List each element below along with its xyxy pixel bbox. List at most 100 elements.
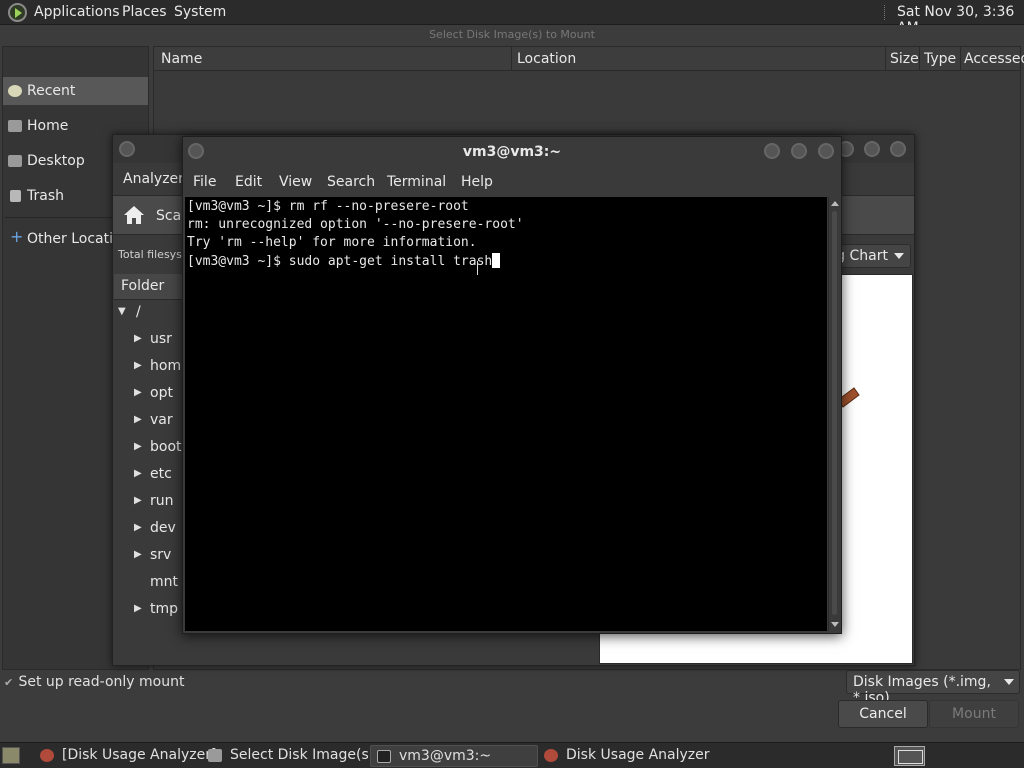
places-menu[interactable]: Places	[122, 4, 167, 20]
expand-arrow-icon[interactable]: ▶	[134, 387, 142, 398]
help-menu[interactable]: Help	[461, 174, 493, 190]
terminal-scrollbar[interactable]	[828, 197, 840, 631]
folder-name: /	[136, 304, 141, 320]
system-menu[interactable]: System	[174, 4, 226, 20]
scrollbar-trough[interactable]	[832, 211, 837, 615]
tree-row[interactable]: ▶ usr	[114, 328, 184, 355]
dialog-icon	[208, 749, 222, 762]
folder-name: usr	[150, 331, 172, 347]
expand-arrow-icon[interactable]: ▶	[134, 495, 142, 506]
tree-row[interactable]: ▶ var	[114, 409, 184, 436]
mount-button[interactable]: Mount	[929, 700, 1019, 728]
top-panel: Applications Places System Sat Nov 30, 3…	[0, 0, 1024, 36]
taskbar-item-select-disk-image[interactable]: Select Disk Image(s)...	[202, 745, 370, 767]
tree-row-root[interactable]: ▼ /	[114, 301, 184, 328]
folder-name: boot	[150, 439, 182, 455]
terminal-menu[interactable]: Terminal	[387, 174, 446, 190]
window-menu-button[interactable]	[119, 141, 135, 157]
applications-logo-icon[interactable]	[8, 3, 27, 22]
dropdown-arrow-icon	[894, 253, 904, 259]
column-accessed[interactable]: Accessed	[964, 51, 1024, 67]
tree-row[interactable]: ▶ srv	[114, 544, 184, 571]
search-menu[interactable]: Search	[327, 174, 375, 190]
tree-row[interactable]: ▶ dev	[114, 517, 184, 544]
close-button[interactable]	[818, 143, 834, 159]
sidebar-item-recent[interactable]: Recent	[3, 77, 148, 105]
scroll-down-icon[interactable]	[831, 622, 839, 627]
tree-row[interactable]: ▶ opt	[114, 382, 184, 409]
sidebar-item-label: Home	[27, 118, 69, 134]
expand-arrow-icon[interactable]: ▶	[134, 549, 142, 560]
tree-row[interactable]: ▶ etc	[114, 463, 184, 490]
sidebar-item-label: Recent	[27, 83, 76, 99]
task-label: Disk Usage Analyzer	[566, 747, 710, 763]
terminal-line: [vm3@vm3 ~]$ rm rf --no-presere-root	[187, 199, 469, 214]
minimize-button[interactable]	[764, 143, 780, 159]
readonly-mount-checkbox[interactable]: ✔ Set up read-only mount	[4, 674, 184, 690]
expand-arrow-icon[interactable]: ▶	[134, 414, 142, 425]
tree-row[interactable]: ▶ home	[114, 355, 190, 382]
collapse-arrow-icon[interactable]: ▼	[118, 306, 126, 317]
taskbar-item-terminal[interactable]: vm3@vm3:~	[370, 745, 538, 767]
expand-arrow-icon[interactable]: ▶	[134, 468, 142, 479]
file-type-filter-select[interactable]: Disk Images (*.img, *.iso)	[846, 670, 1020, 706]
file-list-header: Name Location Size Type Accessed	[154, 47, 1024, 71]
folder-name: dev	[150, 520, 176, 536]
expand-arrow-icon[interactable]: ▶	[134, 360, 142, 371]
edit-menu[interactable]: Edit	[235, 174, 262, 190]
taskbar-item-disk-usage-analyzer-minimized[interactable]: [Disk Usage Analyzer]	[34, 745, 216, 767]
column-separator	[919, 47, 920, 71]
expand-arrow-icon[interactable]: ▶	[134, 522, 142, 533]
disk-usage-icon	[40, 749, 54, 762]
chart-type-select[interactable]: Ring Chart	[835, 244, 911, 268]
column-separator	[511, 47, 512, 71]
folder-name: mnt	[150, 574, 178, 590]
checkmark-icon: ✔	[4, 676, 14, 689]
tree-row[interactable]: ▶ tmp	[114, 598, 184, 625]
desktop-folder-icon	[8, 155, 22, 167]
file-menu[interactable]: File	[193, 174, 216, 190]
analyzer-menu[interactable]: Analyzer	[123, 171, 184, 187]
tree-row[interactable]: ▶ run	[114, 490, 184, 517]
cancel-button[interactable]: Cancel	[838, 700, 928, 728]
view-menu[interactable]: View	[279, 174, 312, 190]
column-size[interactable]: Size	[890, 51, 919, 67]
task-label: vm3@vm3:~	[399, 748, 492, 764]
taskbar-item-disk-usage-analyzer[interactable]: Disk Usage Analyzer	[538, 745, 710, 767]
close-button[interactable]	[890, 141, 906, 157]
plus-icon: +	[10, 227, 24, 246]
column-separator	[960, 47, 961, 71]
workspace-switcher[interactable]	[894, 746, 925, 766]
expand-arrow-icon[interactable]: ▶	[134, 603, 142, 614]
trash-icon	[10, 190, 21, 202]
folder-name: etc	[150, 466, 172, 482]
home-folder-icon	[8, 120, 22, 132]
column-location[interactable]: Location	[517, 51, 576, 67]
maximize-button[interactable]	[864, 141, 880, 157]
readonly-mount-label: Set up read-only mount	[18, 674, 185, 690]
window-menu-button[interactable]	[188, 143, 204, 159]
sidebar-item-label: Trash	[27, 188, 64, 204]
applications-menu[interactable]: Applications	[34, 4, 120, 20]
column-name[interactable]: Name	[161, 51, 202, 67]
expand-arrow-icon[interactable]: ▶	[134, 333, 142, 344]
column-type[interactable]: Type	[924, 51, 956, 67]
bottom-panel: [Disk Usage Analyzer] Select Disk Image(…	[0, 742, 1024, 768]
panel-separator	[884, 5, 886, 20]
home-icon[interactable]	[123, 205, 145, 225]
chart-type-value: Ring Chart	[836, 248, 888, 264]
terminal-input-text: [vm3@vm3 ~]$ sudo apt-get install trash	[187, 254, 493, 269]
task-label: Select Disk Image(s)...	[230, 747, 370, 763]
expand-arrow-icon[interactable]: ▶	[134, 441, 142, 452]
tree-row[interactable]: ▶ boot	[114, 436, 184, 463]
folder-name: tmp	[150, 601, 179, 617]
scroll-up-icon[interactable]	[831, 201, 839, 206]
terminal-line: Try 'rm --help' for more information.	[187, 235, 477, 250]
folder-name: srv	[150, 547, 172, 563]
window-title[interactable]: vm3@vm3:~	[183, 137, 841, 167]
task-label: [Disk Usage Analyzer]	[62, 747, 217, 763]
tree-row[interactable]: mnt	[114, 571, 184, 598]
show-desktop-icon[interactable]	[2, 747, 20, 764]
terminal-screen[interactable]: [vm3@vm3 ~]$ rm rf --no-presere-root rm:…	[185, 197, 827, 631]
maximize-button[interactable]	[791, 143, 807, 159]
